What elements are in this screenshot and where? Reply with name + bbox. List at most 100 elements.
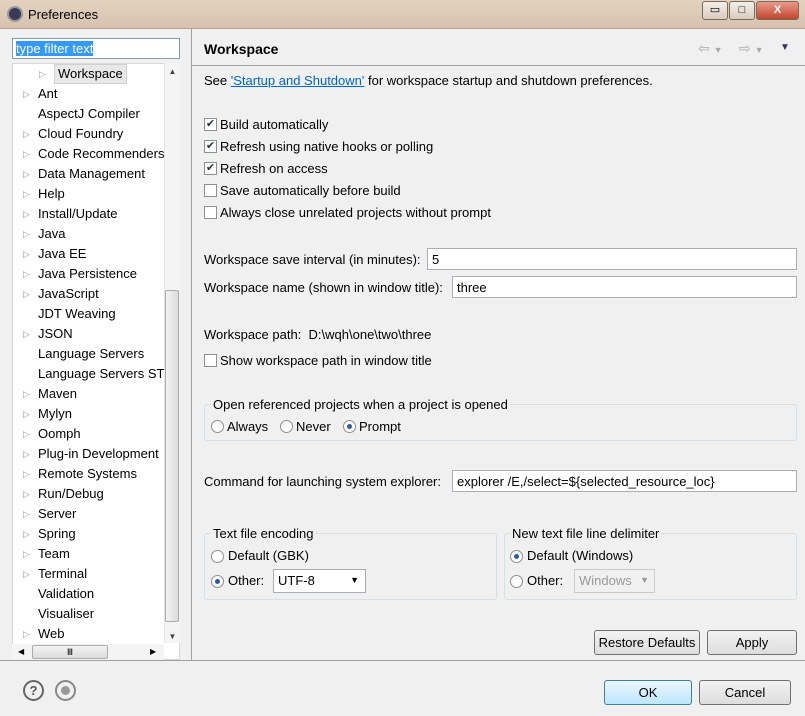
tree-item[interactable]: ▷ Oomph (13, 424, 165, 444)
startup-shutdown-link[interactable]: 'Startup and Shutdown' (231, 73, 365, 88)
open-ref-radio-always[interactable] (211, 420, 224, 433)
tree-item[interactable]: ▷ Java Persistence (13, 264, 165, 284)
tree-item[interactable]: ▷ Workspace (13, 64, 165, 84)
tree-item[interactable]: ▷ Help (13, 184, 165, 204)
tree-item[interactable]: Language Servers STS (13, 364, 165, 384)
tree-item[interactable]: Visualiser (13, 604, 165, 624)
expand-arrow-icon[interactable]: ▷ (23, 484, 30, 504)
encoding-other-radio[interactable] (211, 575, 224, 588)
checkbox[interactable] (204, 206, 217, 219)
tree-item[interactable]: ▷ Install/Update (13, 204, 165, 224)
expand-arrow-icon[interactable]: ▷ (23, 424, 30, 444)
expand-arrow-icon[interactable]: ▷ (23, 224, 30, 244)
tree-item-label: Ant (38, 86, 58, 101)
close-button[interactable]: X (756, 1, 799, 20)
open-ref-radio-prompt[interactable] (343, 420, 356, 433)
expand-arrow-icon[interactable]: ▷ (23, 284, 30, 304)
tree-item[interactable]: ▷ Web (13, 624, 165, 644)
expand-arrow-icon[interactable]: ▷ (23, 564, 30, 584)
expand-arrow-icon[interactable]: ▷ (23, 164, 30, 184)
back-icon[interactable]: ⇦ ▼ (698, 40, 723, 57)
encoding-default-radio[interactable] (211, 550, 224, 563)
delimiter-other-radio[interactable] (510, 575, 523, 588)
tree-item[interactable]: ▷ Remote Systems (13, 464, 165, 484)
expand-arrow-icon[interactable]: ▷ (23, 204, 30, 224)
checkbox-label: Refresh on access (220, 161, 328, 176)
tree-item[interactable]: ▷ Maven (13, 384, 165, 404)
expand-arrow-icon[interactable]: ▷ (23, 264, 30, 284)
minimize-button[interactable]: ▭ (702, 1, 728, 20)
tree-item-label: Java Persistence (38, 266, 137, 281)
tree-item[interactable]: ▷ Mylyn (13, 404, 165, 424)
tree-item[interactable]: ▷ Spring (13, 524, 165, 544)
expand-arrow-icon[interactable]: ▷ (39, 64, 46, 84)
encoding-select[interactable]: UTF-8 ▼ (273, 569, 366, 593)
expand-arrow-icon[interactable]: ▷ (23, 384, 30, 404)
forward-icon[interactable]: ⇨ ▼ (739, 40, 764, 57)
tree-item[interactable]: ▷ Code Recommenders (13, 144, 165, 164)
expand-arrow-icon[interactable]: ▷ (23, 144, 30, 164)
tree-item[interactable]: ▷ Terminal (13, 564, 165, 584)
checkbox-label: Refresh using native hooks or polling (220, 139, 434, 154)
workspace-path-label: Workspace path: (204, 327, 302, 342)
explorer-command-input[interactable]: explorer /E,/select=${selected_resource_… (452, 470, 797, 492)
checkbox[interactable]: ✔ (204, 118, 217, 131)
tree-item-label: Code Recommenders (38, 146, 165, 161)
open-ref-radio-never[interactable] (280, 420, 293, 433)
tree-item[interactable]: ▷ Team (13, 544, 165, 564)
expand-arrow-icon[interactable]: ▷ (23, 524, 30, 544)
tree-item[interactable]: ▷ Cloud Foundry (13, 124, 165, 144)
page-title: Workspace (204, 41, 279, 57)
delimiter-value: Windows (579, 573, 632, 588)
window-title: Preferences (28, 7, 99, 22)
tree-item[interactable]: ▷ Ant (13, 84, 165, 104)
help-icon[interactable]: ? (23, 680, 44, 701)
save-interval-input[interactable]: 5 (427, 248, 797, 270)
tree-item[interactable]: ▷ Java EE (13, 244, 165, 264)
view-menu-icon[interactable]: ▼ (780, 42, 790, 53)
tree-scroll-thumb[interactable] (165, 290, 179, 622)
apply-button[interactable]: Apply (707, 630, 797, 655)
expand-arrow-icon[interactable]: ▷ (23, 504, 30, 524)
tree-item[interactable]: ▷ Server (13, 504, 165, 524)
tree-item[interactable]: ▷ Data Management (13, 164, 165, 184)
tree-item[interactable]: ▷ Run/Debug (13, 484, 165, 504)
maximize-button[interactable]: □ (729, 1, 755, 20)
cancel-button[interactable]: Cancel (699, 680, 791, 705)
expand-arrow-icon[interactable]: ▷ (23, 624, 30, 644)
tree-item[interactable]: Language Servers (13, 344, 165, 364)
tree-item[interactable]: ▷ Plug-in Development (13, 444, 165, 464)
tree-item-label: Java (38, 226, 66, 241)
import-export-icon[interactable] (55, 680, 76, 701)
checkbox[interactable] (204, 184, 217, 197)
show-path-checkbox[interactable] (204, 354, 217, 367)
workspace-name-input[interactable]: three (452, 276, 797, 298)
tree-item[interactable]: ▷ JavaScript (13, 284, 165, 304)
tree-hscroll-thumb[interactable]: Ⅲ (32, 645, 108, 659)
filter-input[interactable]: type filter text (12, 38, 180, 59)
expand-arrow-icon[interactable]: ▷ (23, 84, 30, 104)
intro-text: for workspace startup and shutdown prefe… (364, 73, 653, 88)
checkbox[interactable]: ✔ (204, 162, 217, 175)
checkbox[interactable]: ✔ (204, 140, 217, 153)
tree-item[interactable]: AspectJ Compiler (13, 104, 165, 124)
expand-arrow-icon[interactable]: ▷ (23, 124, 30, 144)
tree-item[interactable]: ▷ JSON (13, 324, 165, 344)
expand-arrow-icon[interactable]: ▷ (23, 544, 30, 564)
expand-arrow-icon[interactable]: ▷ (23, 324, 30, 344)
ok-button[interactable]: OK (604, 680, 692, 705)
expand-arrow-icon[interactable]: ▷ (23, 244, 30, 264)
tree-item[interactable]: ▷ Java (13, 224, 165, 244)
delimiter-default-radio[interactable] (510, 550, 523, 563)
encoding-value: UTF-8 (278, 573, 315, 588)
expand-arrow-icon[interactable]: ▷ (23, 444, 30, 464)
tree-item[interactable]: JDT Weaving (13, 304, 165, 324)
expand-arrow-icon[interactable]: ▷ (23, 404, 30, 424)
expand-arrow-icon[interactable]: ▷ (23, 464, 30, 484)
tree-item-label: Terminal (38, 566, 88, 581)
radio-label: Always (227, 419, 269, 434)
tree-item[interactable]: Validation (13, 584, 165, 604)
expand-arrow-icon[interactable]: ▷ (23, 184, 30, 204)
eclipse-app-icon (7, 6, 23, 22)
restore-defaults-button[interactable]: Restore Defaults (594, 630, 700, 655)
